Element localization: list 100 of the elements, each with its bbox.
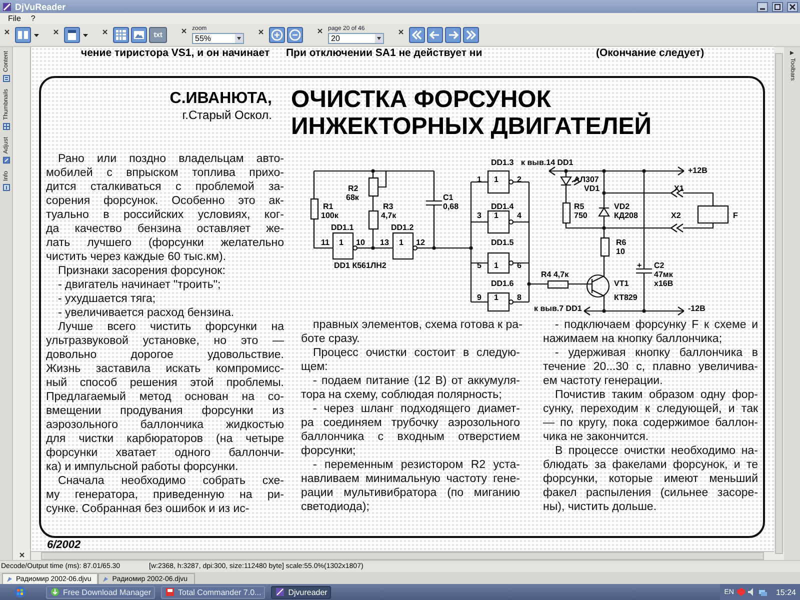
zoom-in-icon bbox=[271, 29, 283, 41]
paragraph: Признаки засорения форсунок: bbox=[57, 264, 226, 278]
circuit-label: +12В bbox=[688, 166, 708, 175]
circuit-label: 10 bbox=[616, 247, 625, 256]
zoom-dropdown[interactable]: 55% bbox=[192, 33, 244, 44]
author-name: С.ИВАНЮТА, bbox=[170, 90, 272, 108]
page-icon bbox=[66, 29, 78, 41]
article-title: ИНЖЕКТОРНЫХ ДВИГАТЕЛЕЙ bbox=[291, 113, 652, 140]
circuit-label: R5 bbox=[574, 202, 584, 211]
image-mode-button[interactable] bbox=[131, 27, 147, 43]
close-icon bbox=[4, 29, 10, 35]
menu-item[interactable]: File bbox=[8, 14, 21, 23]
circuit-label: DD1.5 bbox=[491, 238, 514, 247]
close-button[interactable] bbox=[787, 2, 798, 12]
taskbar-button[interactable]: Free Download Manager bbox=[46, 586, 156, 598]
paragraph: - удерживая кнопку баллончика в течение 20...30 с, плавно увеличива- ем частоту генерации. bbox=[543, 346, 758, 388]
last-page-button[interactable] bbox=[463, 27, 479, 43]
dropdown-arrow-icon bbox=[375, 34, 383, 43]
paragraph: - двигатель начинает "троить"; bbox=[57, 278, 222, 292]
caret-icon bbox=[790, 51, 794, 55]
paragraph: Процесс очистки состоит в следую- щем: bbox=[301, 346, 520, 374]
circuit-label: 12 bbox=[416, 238, 425, 247]
download-arrow-icon bbox=[50, 587, 60, 597]
caret-icon bbox=[34, 34, 39, 36]
maximize-icon bbox=[773, 2, 782, 10]
circuit-label: VT1 bbox=[614, 279, 629, 288]
app-icon bbox=[275, 587, 286, 597]
caret-icon bbox=[83, 34, 88, 36]
taskbar-button[interactable]: Djvureader bbox=[271, 586, 332, 598]
minimize-button[interactable] bbox=[757, 2, 768, 12]
menu-item[interactable]: ? bbox=[30, 14, 36, 23]
list-icon bbox=[2, 75, 10, 82]
next-page-button[interactable] bbox=[445, 27, 461, 43]
speaker-icon bbox=[748, 588, 756, 596]
page-dropdown[interactable]: 20 bbox=[328, 33, 384, 44]
paragraph: - подключаем форсунку F к схеме и нажимаем на кнопку баллончика; bbox=[543, 318, 758, 346]
circuit-label: 1 bbox=[494, 175, 498, 184]
grid-icon bbox=[2, 123, 10, 130]
circuit-label: R4 4,7к bbox=[541, 270, 569, 279]
circuit-label: 1 bbox=[339, 238, 344, 247]
circuit-label: 5 bbox=[477, 261, 482, 270]
circuit-label: F bbox=[733, 211, 738, 220]
page-number: 6/2002 bbox=[47, 540, 82, 551]
zoom-out-button[interactable] bbox=[287, 27, 303, 43]
circuit-label: DD1 К561ЛН2 bbox=[334, 261, 386, 270]
circuit-label: 750 bbox=[574, 211, 588, 220]
close-icon bbox=[181, 28, 187, 34]
circuit-label: DD1.3 bbox=[491, 158, 514, 167]
page-text-fragment: чение тиристора VS1, и он начинает bbox=[81, 47, 271, 59]
close-icon bbox=[398, 29, 404, 35]
page-text-fragment: При отключении SA1 не действует ни bbox=[286, 47, 484, 59]
circuit-label: 100к bbox=[321, 211, 338, 220]
page-layout-button[interactable] bbox=[15, 27, 31, 43]
image-icon bbox=[133, 29, 145, 41]
circuit-label: 3 bbox=[477, 211, 482, 220]
horizontal-scrollbar[interactable] bbox=[41, 552, 764, 560]
circuit-label: VD2 bbox=[614, 202, 630, 211]
previous-page-button[interactable] bbox=[427, 27, 443, 43]
circuit-label: -12В bbox=[688, 304, 706, 313]
double-left-arrow-icon bbox=[411, 29, 423, 41]
windows-orb-icon bbox=[14, 586, 26, 598]
article-title: ОЧИСТКА ФОРСУНОК bbox=[291, 86, 551, 113]
paragraph: Почистив таким образом одну фор- сунку, переходим к следующей, и так — по кругу, пока содержимое баллон- чика не закончится. bbox=[543, 388, 758, 444]
clock: 15:24 bbox=[776, 588, 796, 596]
circuit-label: х16В bbox=[654, 279, 674, 288]
circuit-label: 6 bbox=[517, 261, 522, 270]
circuit-label: C1 bbox=[443, 193, 454, 202]
page-mode-button[interactable] bbox=[64, 27, 80, 43]
close-icon bbox=[102, 29, 108, 35]
circuit-label: 13 bbox=[380, 238, 389, 247]
network-icon bbox=[758, 588, 767, 596]
circuit-label: КТ829 bbox=[614, 293, 638, 302]
right-arrow-icon bbox=[447, 29, 459, 41]
close-icon bbox=[788, 2, 797, 10]
circuit-label: 4 bbox=[517, 211, 522, 220]
taskbar-button[interactable]: Total Commander 7.0... bbox=[161, 586, 266, 598]
vertical-scrollbar[interactable] bbox=[775, 53, 783, 554]
paragraph: Лучше всего чистить форсунки на ультразвуковой установке, но это — довольно дорогое удовольствие. Жизнь заставила искать компромисс- ный способ решения этой проблемы. Предлагаемый метод основан на со- вмещении продувания форсунки из аэрозольного баллончика жидкостью для чистки карбюраторов (на четыре форсунки хватает одного баллончи- ка) и импульсной работы форсунки. bbox=[46, 320, 284, 474]
zoom-out-icon bbox=[289, 29, 301, 41]
circuit-label: DD1.1 bbox=[331, 223, 354, 232]
window-title: DjVuReader bbox=[15, 2, 66, 12]
circuit-label: + bbox=[637, 261, 642, 270]
paragraph: правных элементов, схема готова к ра- боте сразу. bbox=[301, 318, 520, 346]
circuit-label: 1 bbox=[494, 293, 498, 302]
circuit-label: 0,68 bbox=[443, 202, 459, 211]
circuit-label: 68к bbox=[346, 193, 359, 202]
circuit-label: 47мк bbox=[654, 270, 673, 279]
circuit-label: R6 bbox=[616, 238, 626, 247]
double-right-arrow-icon bbox=[465, 29, 477, 41]
circuit-label: X2 bbox=[671, 211, 681, 220]
circuit-label: 11 bbox=[321, 238, 330, 247]
maximize-button[interactable] bbox=[772, 2, 783, 12]
paragraph: - подаем питание (12 В) от аккумуля- тора на схему, соблюдая полярность; bbox=[301, 374, 520, 402]
paragraph: Рано или поздно владельцам авто- мобилей с впрыском топлива прихо- дится сталкиваться с проблемой за- сорения форсунок. Особенно это ак- туально в российских условиях, ког- да качество бензина оставляет же- лать лучшего (форсунки желательно чистить через каждые 60 тыс.км). bbox=[46, 152, 284, 264]
circuit-label: к выв.14 DD1 bbox=[521, 158, 574, 167]
circuit-label: КД208 bbox=[614, 211, 638, 220]
zoom-in-button[interactable] bbox=[269, 27, 285, 43]
first-page-button[interactable] bbox=[409, 27, 425, 43]
circuit-label: R2 bbox=[348, 184, 358, 193]
color-mode-button[interactable] bbox=[113, 27, 129, 43]
